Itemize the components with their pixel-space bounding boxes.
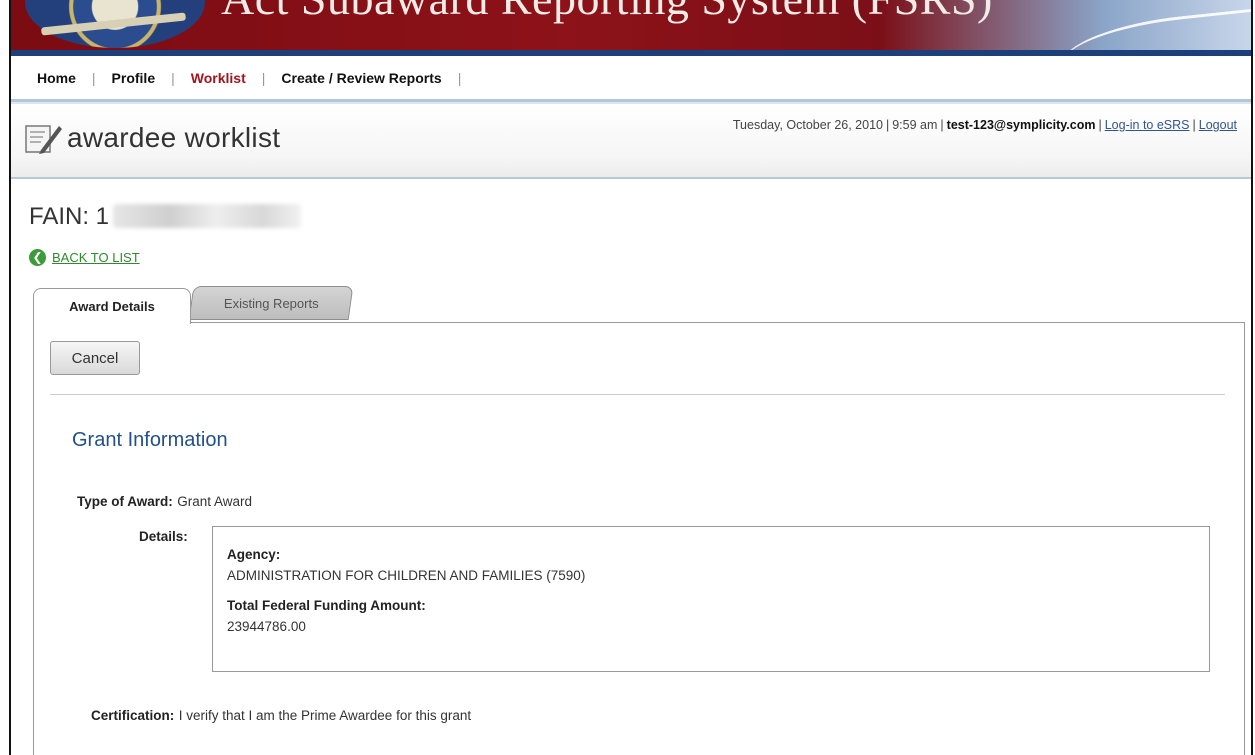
browser-frame: Act Subaward Reporting System (FSRS) Hom… — [9, 0, 1253, 755]
funding-block: Total Federal Funding Amount: 23944786.0… — [227, 598, 1195, 634]
type-of-award-value: Grant Award — [177, 494, 253, 509]
tab-existing-reports[interactable]: Existing Reports — [188, 286, 354, 320]
back-to-list[interactable]: ❮ BACK TO LIST — [29, 249, 140, 266]
site-banner: Act Subaward Reporting System (FSRS) — [11, 0, 1251, 50]
grant-information-heading: Grant Information — [72, 429, 228, 451]
type-of-award-label: Type of Award: — [77, 494, 173, 509]
tab-existing-reports-label: Existing Reports — [223, 295, 319, 311]
agency-block: Agency: ADMINISTRATION FOR CHILDREN AND … — [227, 547, 1195, 583]
fain-heading: FAIN: 1 — [29, 203, 302, 231]
award-details-panel: Cancel Grant Information Type of Award: … — [33, 322, 1245, 755]
nav-separator: | — [261, 70, 266, 86]
fain-label: FAIN: 1 — [29, 203, 110, 230]
site-title: Act Subaward Reporting System (FSRS) — [221, 0, 993, 25]
current-time: 9:59 am — [892, 118, 938, 132]
details-label: Details: — [139, 529, 188, 544]
back-to-list-link[interactable]: BACK TO LIST — [52, 250, 140, 265]
fain-redacted-value — [113, 204, 302, 228]
nav-separator: | — [91, 70, 96, 86]
user-email: test-123@symplicity.com — [946, 118, 1096, 132]
type-of-award-row: Type of Award: Grant Award — [77, 493, 252, 511]
agency-label: Agency: — [227, 547, 281, 562]
current-date: Tuesday, October 26, 2010 — [732, 118, 883, 132]
funding-label: Total Federal Funding Amount: — [227, 598, 426, 613]
agency-value: ADMINISTRATION FOR CHILDREN AND FAMILIES… — [227, 568, 586, 583]
nav-separator: | — [457, 70, 462, 86]
details-box: Agency: ADMINISTRATION FOR CHILDREN AND … — [212, 526, 1210, 672]
certification-label: Certification: — [91, 708, 175, 723]
user-info-bar: Tuesday, October 26, 2010 | 9:59 am | test-1… — [732, 118, 1237, 132]
banner-curve — [1058, 7, 1251, 50]
logout-link[interactable]: Logout — [1199, 118, 1237, 132]
nav-separator: | — [171, 70, 175, 86]
notepad-pencil-icon — [25, 125, 62, 154]
login-esrs-link[interactable]: Log-in to eSRS — [1105, 118, 1190, 132]
panel-divider — [50, 394, 1225, 395]
tab-award-details[interactable]: Award Details — [33, 288, 191, 324]
nav-home[interactable]: Home — [37, 70, 76, 86]
funding-value: 23944786.00 — [227, 619, 306, 634]
nav-create-review-reports[interactable]: Create / Review Reports — [281, 70, 441, 86]
main-nav: Home | Profile | Worklist | Create / Rev… — [11, 56, 1251, 100]
nav-profile[interactable]: Profile — [112, 70, 156, 86]
certification-row: Certification: I verify that I am the Pr… — [91, 707, 471, 725]
certification-value: I verify that I am the Prime Awardee for… — [178, 708, 472, 723]
tab-award-details-label: Award Details — [69, 299, 155, 314]
back-arrow-circle-icon: ❮ — [29, 249, 46, 266]
nav-worklist[interactable]: Worklist — [191, 70, 246, 86]
page-title: awardee worklist — [67, 122, 281, 153]
header-divider — [11, 177, 1251, 179]
cancel-button[interactable]: Cancel — [50, 341, 140, 375]
